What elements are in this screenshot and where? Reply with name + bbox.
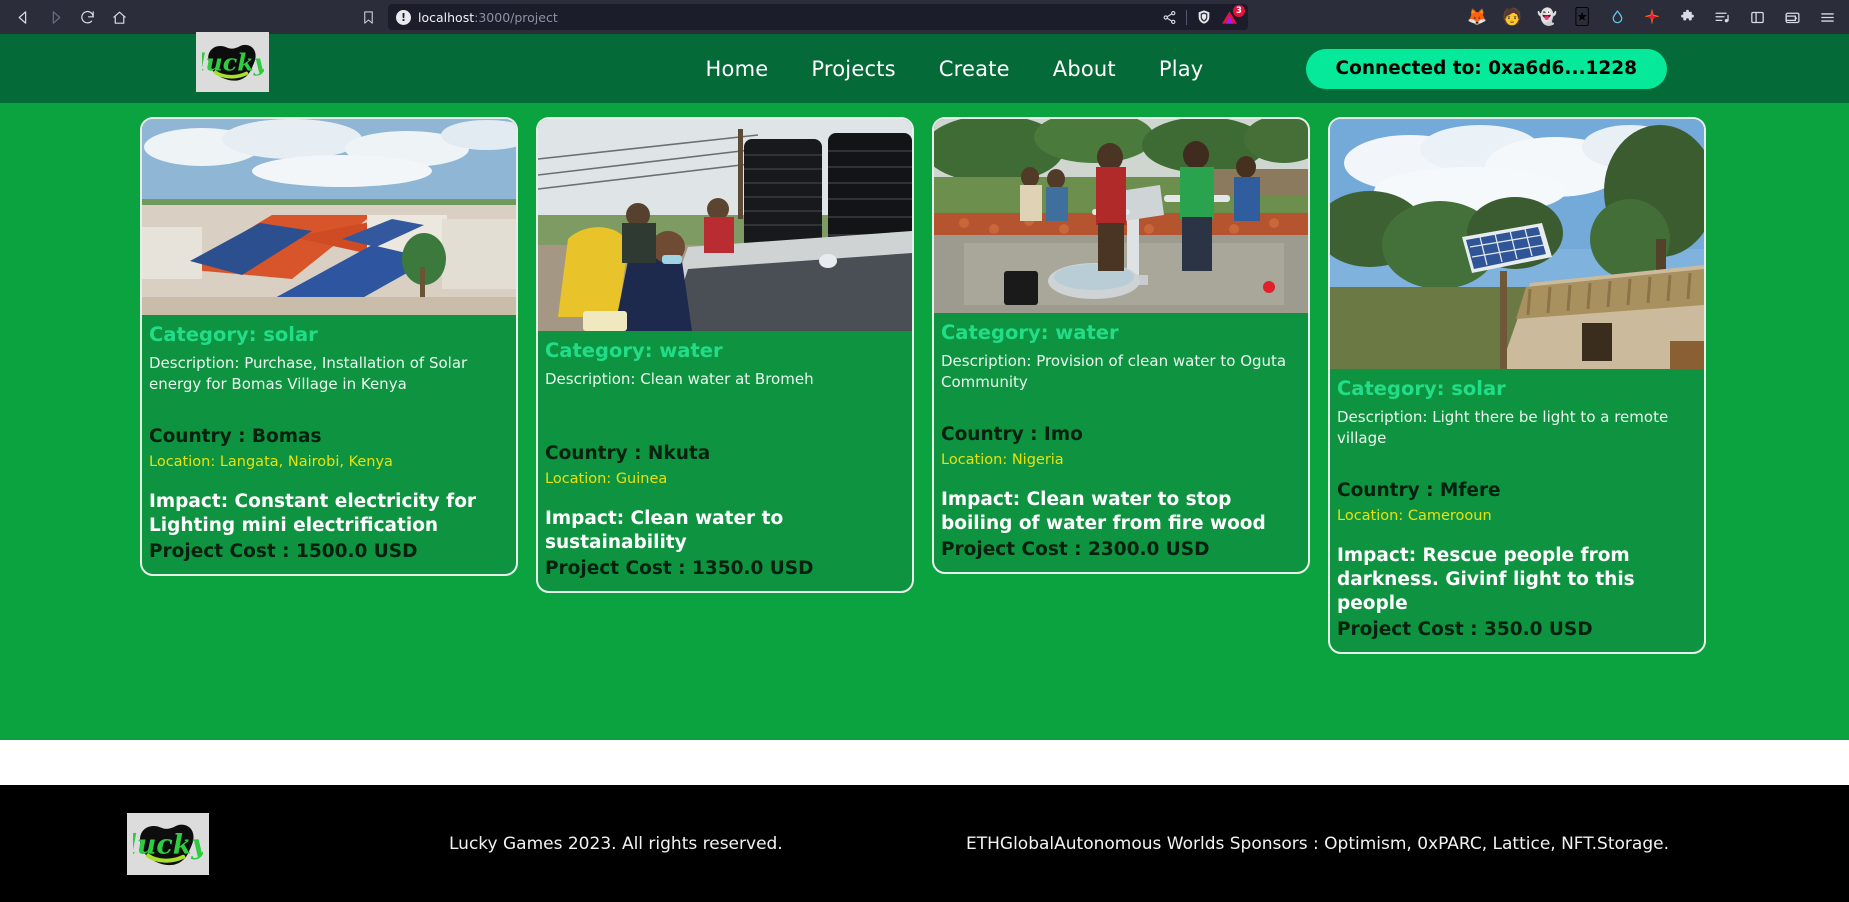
- site-footer: lucky Lucky Games 2023. All rights reser…: [0, 785, 1849, 902]
- card-spacer: [545, 396, 905, 442]
- sidebar-toggle-icon[interactable]: [1747, 7, 1767, 27]
- site-logo[interactable]: lucky: [196, 32, 269, 92]
- browser-menu-icon[interactable]: [1817, 7, 1837, 27]
- project-impact: Impact: Constant electricity for Lightin…: [149, 490, 477, 536]
- bookmark-icon[interactable]: [354, 4, 382, 30]
- project-country: Country : Imo: [941, 423, 1083, 445]
- project-category: Category: solar: [149, 323, 318, 346]
- footer-sponsors: ETHGlobalAutonomous Worlds Sponsors : Op…: [966, 833, 1669, 854]
- svg-text:lucky: lucky: [202, 48, 264, 76]
- water-drop-icon[interactable]: [1607, 7, 1627, 27]
- address-bar-actions: 3: [1162, 4, 1245, 25]
- project-card[interactable]: Category: solar Description: Purchase, I…: [140, 117, 518, 576]
- project-card-body: Category: solar Description: Purchase, I…: [142, 315, 516, 564]
- wallet-connected-button[interactable]: Connected to: 0xa6d6...1228: [1305, 48, 1667, 89]
- project-impact: Impact: Rescue people from darkness. Giv…: [1337, 544, 1635, 614]
- project-image-water-tanks: [538, 119, 912, 331]
- puzzle-extensions-icon[interactable]: [1677, 7, 1697, 27]
- lucky-logo-icon: lucky: [133, 824, 203, 865]
- spark-star-icon[interactable]: [1642, 7, 1662, 27]
- project-card[interactable]: Category: water Description: Clean water…: [536, 117, 914, 594]
- project-category: Category: solar: [1337, 377, 1506, 400]
- project-location: Location: Nigeria: [941, 451, 1064, 468]
- project-cards-row: Category: solar Description: Purchase, I…: [0, 117, 1849, 654]
- project-location: Location: Guinea: [545, 471, 668, 488]
- card-spacer: [941, 399, 1301, 423]
- project-card[interactable]: Category: water Description: Provision o…: [932, 117, 1310, 574]
- project-cost: Project Cost : 2300.0 USD: [941, 538, 1210, 560]
- lucky-logo-icon: lucky: [202, 44, 264, 81]
- content-footer-divider: [0, 740, 1849, 785]
- profile-avatar-icon[interactable]: 🧑: [1502, 7, 1522, 27]
- share-icon[interactable]: [1162, 10, 1177, 25]
- project-location: Location: Langata, Nairobi, Kenya: [149, 453, 393, 470]
- address-bar[interactable]: ! localhost:3000/project 3: [388, 4, 1248, 30]
- project-cost: Project Cost : 1350.0 USD: [545, 558, 814, 580]
- forward-arrow-icon: [40, 4, 70, 30]
- footer-copyright: Lucky Games 2023. All rights reserved.: [449, 833, 783, 854]
- brave-wallet-icon[interactable]: [1782, 7, 1802, 27]
- nav-item-about[interactable]: About: [1053, 57, 1116, 81]
- svg-text:lucky: lucky: [133, 829, 203, 860]
- footer-logo[interactable]: lucky: [127, 812, 209, 875]
- project-country: Country : Bomas: [149, 425, 322, 447]
- project-description: Description: Clean water at Bromeh: [545, 370, 814, 389]
- project-description: Description: Provision of clean water to…: [941, 352, 1287, 392]
- brave-shields-icon[interactable]: [1196, 9, 1212, 25]
- project-card-body: Category: water Description: Provision o…: [934, 313, 1308, 562]
- reload-icon[interactable]: [72, 4, 102, 30]
- project-country: Country : Mfere: [1337, 479, 1501, 501]
- brave-rewards-triangle-icon[interactable]: 3: [1221, 4, 1245, 25]
- nav-item-projects[interactable]: Projects: [811, 57, 895, 81]
- card-spacer: [149, 401, 509, 425]
- playlist-icon[interactable]: [1712, 7, 1732, 27]
- project-cost: Project Cost : 1500.0 USD: [149, 540, 418, 562]
- wallet-stack-icon[interactable]: 🃏: [1572, 7, 1592, 27]
- home-icon[interactable]: [104, 4, 134, 30]
- project-card-body: Category: solar Description: Light there…: [1330, 369, 1704, 642]
- site-header: lucky Home Projects Create About Play Co…: [0, 32, 1849, 103]
- projects-grid: Category: solar Description: Purchase, I…: [0, 103, 1849, 740]
- url-text: localhost:3000/project: [418, 10, 558, 25]
- ghost-extension-icon[interactable]: 👻: [1537, 7, 1557, 27]
- card-spacer: [1337, 455, 1697, 479]
- project-category: Category: water: [941, 321, 1119, 344]
- project-impact: Impact: Clean water to stop boiling of w…: [941, 488, 1266, 534]
- brave-rewards-count: 3: [1233, 4, 1245, 17]
- site-info-icon[interactable]: !: [396, 9, 411, 25]
- project-impact: Impact: Clean water to sustainability: [545, 508, 784, 554]
- project-card[interactable]: Category: solar Description: Light there…: [1328, 117, 1706, 654]
- project-location: Location: Camerooun: [1337, 507, 1492, 524]
- nav-item-create[interactable]: Create: [939, 57, 1010, 81]
- url-host: localhost: [418, 9, 475, 25]
- project-country: Country : Nkuta: [545, 443, 711, 465]
- project-image-solar-hut: [1330, 119, 1704, 369]
- nav-item-home[interactable]: Home: [706, 57, 769, 81]
- project-description: Description: Purchase, Installation of S…: [149, 354, 468, 394]
- project-category: Category: water: [545, 339, 723, 362]
- project-image-solar-rooftops: [142, 119, 516, 315]
- nav-item-play[interactable]: Play: [1159, 57, 1204, 81]
- browser-toolbar: ! localhost:3000/project 3 🦊 🧑 👻 🃏: [0, 0, 1849, 34]
- extensions-tray: 🦊 🧑 👻 🃏: [1467, 7, 1841, 27]
- main-navigation: Home Projects Create About Play: [646, 57, 1204, 81]
- project-image-water-pump: [934, 119, 1308, 313]
- project-description: Description: Light there be light to a r…: [1337, 408, 1669, 448]
- toolbar-divider: [1186, 9, 1187, 25]
- project-cost: Project Cost : 350.0 USD: [1337, 618, 1593, 640]
- project-card-body: Category: water Description: Clean water…: [538, 331, 912, 581]
- back-arrow-icon[interactable]: [8, 4, 38, 30]
- url-path: :3000/project: [474, 9, 558, 25]
- metamask-fox-icon[interactable]: 🦊: [1467, 7, 1487, 27]
